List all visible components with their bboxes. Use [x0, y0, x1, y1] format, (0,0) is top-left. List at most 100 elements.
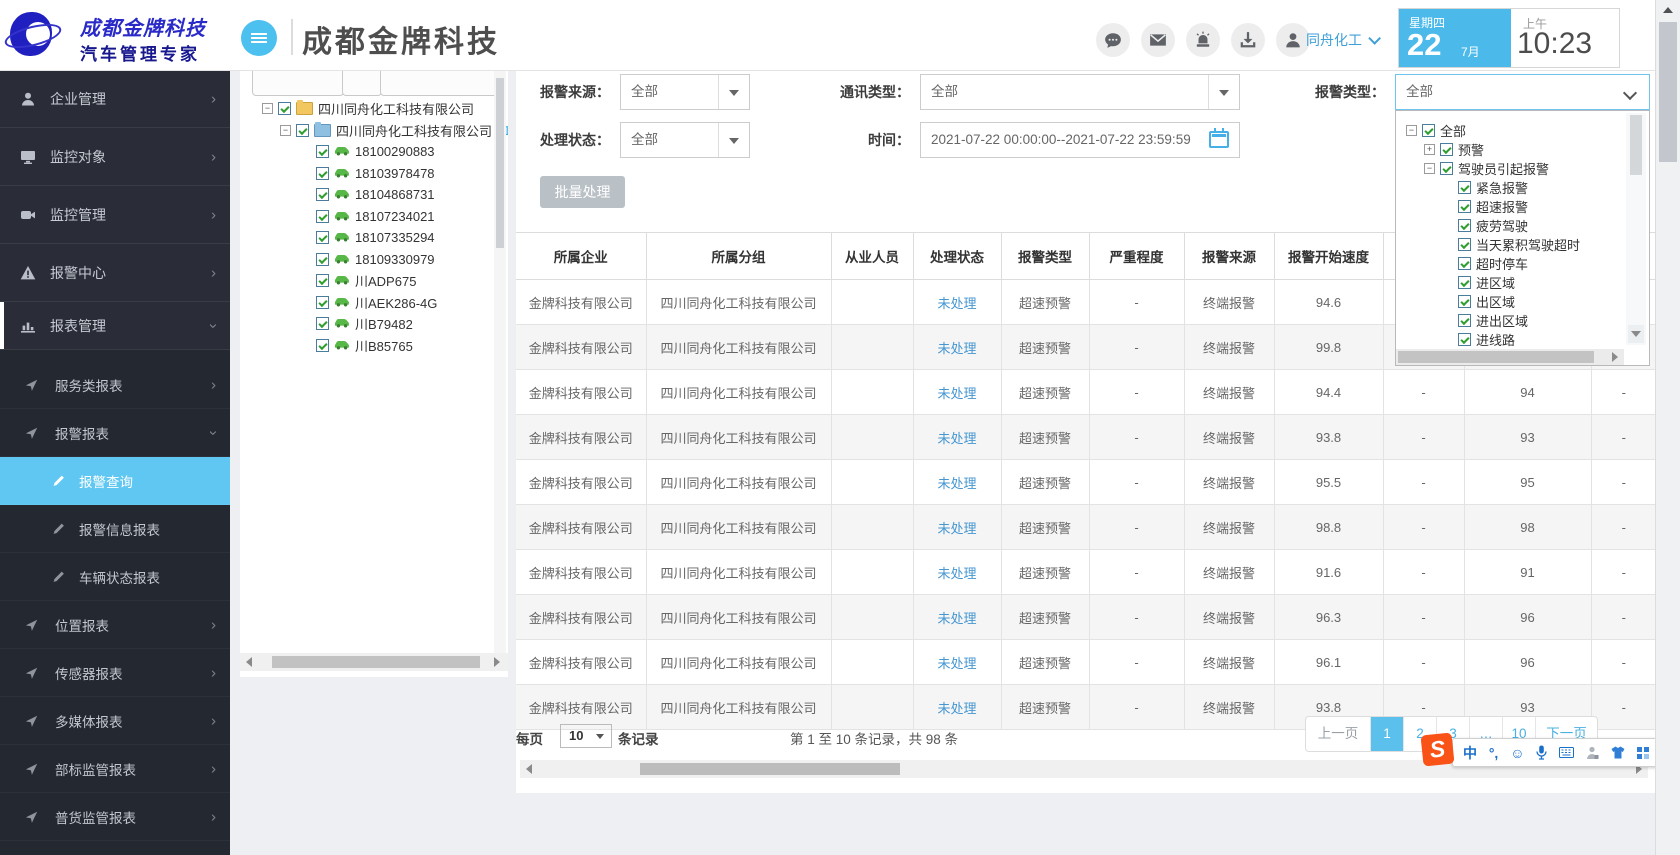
scroll-down-button[interactable]	[1628, 325, 1644, 343]
tree-node-vehicle[interactable]: 川ADP675	[240, 270, 508, 292]
checkbox-checked[interactable]	[1458, 276, 1471, 289]
time-range-input[interactable]: 2021-07-22 00:00:00--2021-07-22 23:59:59	[920, 122, 1240, 158]
table-row[interactable]: 金牌科技有限公司 四川同舟化工科技有限公司 未处理 超速预警 - 终端报警 91…	[516, 550, 1656, 595]
prev-page-button[interactable]: 上一页	[1306, 717, 1370, 751]
alarm-type-tree-item[interactable]: 进区域	[1396, 273, 1626, 292]
sidebar-subitem[interactable]: 四川监管报表 ›	[0, 841, 230, 855]
alarm-button[interactable]	[1186, 23, 1220, 57]
col-personnel[interactable]: 从业人员	[831, 233, 913, 280]
cell-status-link[interactable]: 未处理	[913, 505, 1001, 550]
download-button[interactable]	[1231, 23, 1265, 57]
dropdown-horizontal-scrollbar[interactable]	[1396, 349, 1624, 365]
tree-node-company[interactable]: 四川同舟化工科技有限公司	[240, 98, 508, 120]
sidebar-subitem[interactable]: 普货监管报表 ›	[0, 793, 230, 841]
checkbox-checked[interactable]	[316, 188, 329, 201]
alarm-type-combo[interactable]: 全部	[1395, 74, 1650, 110]
tree-vertical-scrollbar[interactable]	[494, 70, 506, 653]
account-button[interactable]	[1276, 23, 1310, 57]
col-start-speed[interactable]: 报警开始速度	[1274, 233, 1383, 280]
checkbox-checked[interactable]	[1458, 333, 1471, 346]
collapse-icon[interactable]	[262, 103, 273, 114]
cell-status-link[interactable]: 未处理	[913, 595, 1001, 640]
expander-icon[interactable]	[1424, 144, 1435, 155]
checkbox-checked[interactable]	[316, 167, 329, 180]
sogou-ime-logo[interactable]: S	[1420, 732, 1454, 766]
expander-icon[interactable]	[1424, 163, 1435, 174]
tree-node-vehicle[interactable]: 18103978478	[240, 163, 508, 185]
checkbox-checked[interactable]	[1458, 181, 1471, 194]
checkbox-checked[interactable]	[1458, 238, 1471, 251]
message-button[interactable]	[1096, 23, 1130, 57]
sidebar-subitem[interactable]: 传感器报表 ›	[0, 649, 230, 697]
emoji-icon[interactable]: ☺	[1510, 746, 1524, 760]
tree-node-vehicle[interactable]: 18100290883	[240, 141, 508, 163]
mail-button[interactable]	[1141, 23, 1175, 57]
calendar-icon[interactable]	[1209, 131, 1229, 148]
cell-status-link[interactable]: 未处理	[913, 370, 1001, 415]
scroll-right-icon[interactable]	[1612, 352, 1618, 362]
scrollbar-thumb[interactable]	[1398, 351, 1594, 363]
tree-node-vehicle[interactable]: 18109330979	[240, 249, 508, 271]
alarm-type-tree-item[interactable]: 预警	[1396, 140, 1626, 159]
col-group[interactable]: 所属分组	[646, 233, 831, 280]
checkbox-checked[interactable]	[1440, 162, 1453, 175]
user-menu[interactable]: 同舟化工	[1306, 30, 1377, 50]
alarm-source-select[interactable]: 全部	[620, 74, 750, 110]
keyboard-icon[interactable]	[1559, 747, 1574, 758]
expander-icon[interactable]	[1406, 125, 1417, 136]
tree-search-button[interactable]	[342, 70, 382, 96]
comm-type-select[interactable]: 全部	[920, 74, 1240, 110]
alarm-type-tree-item[interactable]: 进线路	[1396, 330, 1626, 349]
sidebar-subitem[interactable]: 部标监管报表 ›	[0, 745, 230, 793]
handle-status-select[interactable]: 全部	[620, 122, 750, 158]
sidebar-item[interactable]: 监控管理 ›	[0, 186, 230, 244]
shirt-icon[interactable]	[1611, 746, 1625, 759]
sidebar-item[interactable]: 报警中心 ›	[0, 244, 230, 302]
batch-process-button[interactable]: 批量处理	[540, 176, 625, 208]
tree-node-vehicle[interactable]: 川B85765	[240, 335, 508, 357]
tree-search-input[interactable]	[252, 70, 344, 96]
per-page-select[interactable]: 10	[560, 724, 612, 748]
tree-node-group[interactable]: 四川同舟化工科技有限公司 (10)	[240, 120, 508, 142]
sidebar-subitem[interactable]: 报警查询 ›	[0, 457, 230, 505]
cell-status-link[interactable]: 未处理	[913, 460, 1001, 505]
checkbox-checked[interactable]	[316, 145, 329, 158]
tree-node-vehicle[interactable]: 18107234021	[240, 206, 508, 228]
alarm-type-tree-item[interactable]: 全部	[1396, 121, 1626, 140]
table-row[interactable]: 金牌科技有限公司 四川同舟化工科技有限公司 未处理 超速预警 - 终端报警 93…	[516, 415, 1656, 460]
alarm-type-tree-item[interactable]: 出区域	[1396, 292, 1626, 311]
tree-node-vehicle[interactable]: 18104868731	[240, 184, 508, 206]
checkbox-checked[interactable]	[316, 210, 329, 223]
sidebar-subitem[interactable]: 服务类报表 ›	[0, 361, 230, 409]
alarm-type-tree-item[interactable]: 紧急报警	[1396, 178, 1626, 197]
scroll-left-icon[interactable]	[526, 764, 532, 774]
sidebar-subitem[interactable]: 位置报表 ›	[0, 601, 230, 649]
sidebar-item[interactable]: 报表管理 ›	[0, 302, 230, 350]
table-row[interactable]: 金牌科技有限公司 四川同舟化工科技有限公司 未处理 超速预警 - 终端报警 94…	[516, 370, 1656, 415]
sidebar-subitem[interactable]: 报警信息报表 ›	[0, 505, 230, 553]
alarm-type-tree-item[interactable]: 当天累积驾驶超时	[1396, 235, 1626, 254]
checkbox-checked[interactable]	[278, 102, 291, 115]
hamburger-menu-button[interactable]	[241, 20, 277, 56]
alarm-type-tree-item[interactable]: 疲劳驾驶	[1396, 216, 1626, 235]
alarm-type-tree-item[interactable]: 超速报警	[1396, 197, 1626, 216]
sidebar-item[interactable]: 监控对象 ›	[0, 128, 230, 186]
alarm-type-tree-item[interactable]: 进出区域	[1396, 311, 1626, 330]
checkbox-checked[interactable]	[1458, 257, 1471, 270]
tree-filter-input[interactable]	[380, 70, 500, 96]
collapse-icon[interactable]	[280, 125, 291, 136]
table-row[interactable]: 金牌科技有限公司 四川同舟化工科技有限公司 未处理 超速预警 - 终端报警 96…	[516, 640, 1656, 685]
cell-status-link[interactable]: 未处理	[913, 640, 1001, 685]
col-enterprise[interactable]: 所属企业	[516, 233, 646, 280]
table-row[interactable]: 金牌科技有限公司 四川同舟化工科技有限公司 未处理 超速预警 - 终端报警 98…	[516, 505, 1656, 550]
tree-node-vehicle[interactable]: 川AEK286-4G	[240, 292, 508, 314]
cell-status-link[interactable]: 未处理	[913, 550, 1001, 595]
table-row[interactable]: 金牌科技有限公司 四川同舟化工科技有限公司 未处理 超速预警 - 终端报警 95…	[516, 460, 1656, 505]
page-button[interactable]: 1	[1370, 717, 1403, 751]
punctuation-icon[interactable]: °,	[1489, 746, 1499, 760]
checkbox-checked[interactable]	[316, 253, 329, 266]
chinese-mode-icon[interactable]: 中	[1463, 746, 1477, 760]
sidebar-subitem[interactable]: 多媒体报表 ›	[0, 697, 230, 745]
checkbox-checked[interactable]	[1458, 219, 1471, 232]
person-skin-icon[interactable]	[1586, 746, 1599, 760]
